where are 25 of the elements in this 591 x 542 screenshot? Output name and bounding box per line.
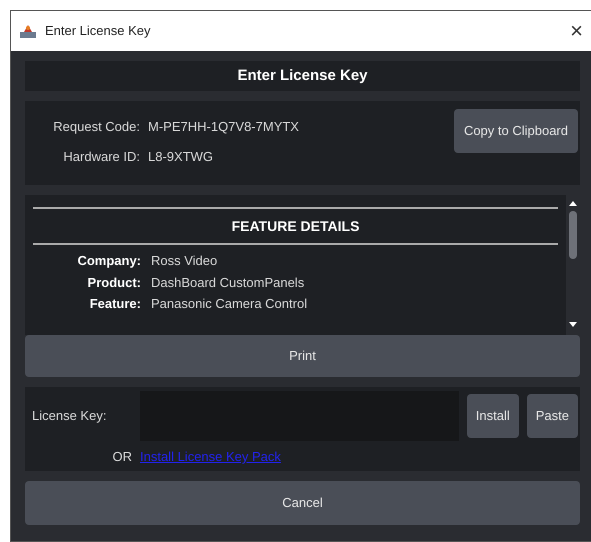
field-label: Hardware ID: (62, 148, 140, 166)
scroll-up-icon[interactable] (568, 199, 578, 207)
window-title: Enter License Key (45, 22, 151, 40)
detail-label: Product: (86, 274, 141, 292)
detail-value: Ross Video (151, 252, 218, 270)
request-code: M-PE7HH-1Q7V8-7MYTX (148, 118, 299, 136)
dialog-heading: Enter License Key (237, 66, 368, 86)
print-button[interactable]: Print (25, 335, 580, 377)
scroll-thumb[interactable] (569, 211, 577, 259)
detail-value: DashBoard CustomPanels (151, 274, 304, 292)
cancel-button[interactable]: Cancel (25, 481, 580, 525)
field-label: License Key: (32, 407, 108, 426)
scroll-down-icon[interactable] (568, 321, 578, 329)
close-button[interactable]: × (570, 20, 591, 42)
detail-value: Panasonic Camera Control (151, 295, 308, 313)
copy-button[interactable]: Copy to Clipboard (454, 109, 578, 153)
detail-label: Feature: (88, 295, 141, 313)
paste-button[interactable]: Paste (526, 394, 578, 438)
hardware-id: L8-9XTWG (148, 148, 214, 166)
detail-label: Company: (76, 252, 141, 270)
install-button[interactable]: Install (466, 394, 519, 438)
section-heading: FEATURE DETAILS (232, 216, 360, 236)
app-icon (19, 23, 37, 39)
field-label: Request Code: (52, 118, 140, 136)
or-label: OR (112, 448, 132, 466)
